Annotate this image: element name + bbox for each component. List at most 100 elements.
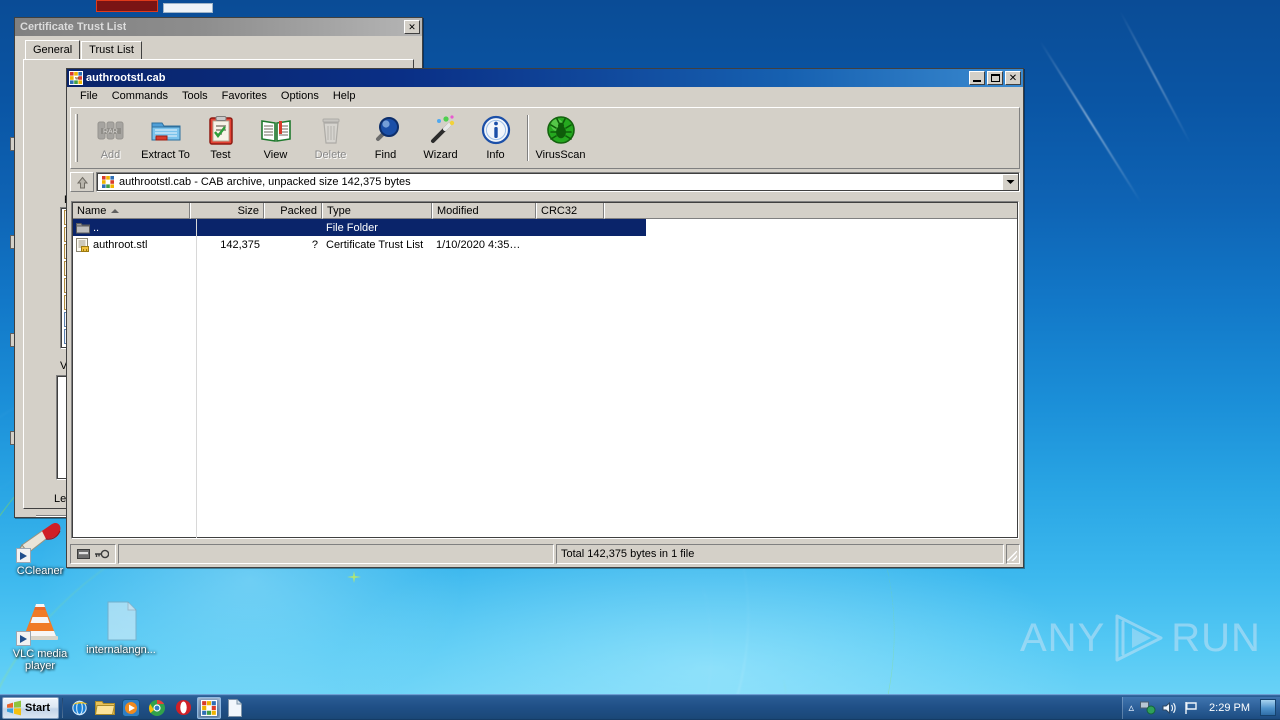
toolbar-separator <box>527 115 529 161</box>
up-one-level-button[interactable] <box>70 172 94 192</box>
add-archive-icon: RAR <box>95 114 127 146</box>
taskbar-item-windows-media-player[interactable] <box>119 697 143 719</box>
toolbar-wizard-label: Wizard <box>423 149 458 161</box>
archive-path-combobox[interactable]: authrootstl.cab - CAB archive, unpacked … <box>96 172 1020 192</box>
cell-name: authroot.stl <box>72 237 190 252</box>
name-column-divider <box>196 219 197 538</box>
taskbar-item-document[interactable] <box>223 697 247 719</box>
clock[interactable]: 2:29 PM <box>1205 702 1254 714</box>
windows-explorer-icon <box>95 701 116 715</box>
toolbar-wizard-button[interactable]: Wizard <box>413 110 468 166</box>
toolbar-view-button[interactable]: View <box>248 110 303 166</box>
winrar-maximize-button[interactable] <box>987 71 1003 85</box>
menu-help[interactable]: Help <box>326 88 363 104</box>
toolbar-find-button[interactable]: Find <box>358 110 413 166</box>
column-header-filler <box>604 202 1018 219</box>
svg-text:w: w <box>74 76 79 81</box>
file-list-header[interactable]: Name Size Packed Type Modified CRC32 <box>72 202 1018 219</box>
taskbar-item-google-chrome[interactable] <box>145 697 169 719</box>
toolbar-info-button[interactable]: Info <box>468 110 523 166</box>
shortcut-arrow-icon <box>16 631 31 646</box>
chevron-down-icon[interactable] <box>1002 173 1019 191</box>
show-hidden-icons-arrow[interactable]: ▵ <box>1129 701 1135 714</box>
taskbar-item-winrar[interactable] <box>197 696 222 719</box>
desktop-icon-label-line1: VLC media <box>12 648 68 660</box>
cert-dialog-titlebar[interactable]: Certificate Trust List ✕ <box>15 18 422 36</box>
winrar-titlebar[interactable]: w authrootstl.cab ✕ <box>67 69 1023 87</box>
winrar-statusbar: Total 142,375 bytes in 1 file <box>70 544 1020 564</box>
winrar-minimize-button[interactable] <box>969 71 985 85</box>
background-window-sliver[interactable] <box>96 0 158 12</box>
system-tray[interactable]: ▵ 2:29 PM <box>1121 696 1280 719</box>
extract-to-icon <box>150 114 182 146</box>
taskbar-separator <box>62 697 64 718</box>
resize-grip[interactable] <box>1006 544 1020 564</box>
menu-tools[interactable]: Tools <box>175 88 215 104</box>
winrar-window[interactable]: w authrootstl.cab ✕ File Commands Tools … <box>66 68 1024 568</box>
background-window-sliver[interactable] <box>163 3 213 13</box>
play-triangle-logo <box>1115 614 1163 662</box>
column-header-size[interactable]: Size <box>190 202 264 219</box>
taskbar-item-opera[interactable] <box>171 697 195 719</box>
archive-file-list[interactable]: Name Size Packed Type Modified CRC32 .. <box>71 201 1019 539</box>
folder-up-icon <box>76 223 90 234</box>
menu-commands[interactable]: Commands <box>105 88 175 104</box>
start-button[interactable]: Start <box>2 696 60 719</box>
network-icon[interactable] <box>1140 701 1156 715</box>
column-header-modified[interactable]: Modified <box>432 202 536 219</box>
volume-icon[interactable] <box>1162 701 1178 715</box>
menu-options[interactable]: Options <box>274 88 326 104</box>
table-row[interactable]: .. File Folder <box>72 219 646 236</box>
toolbar-extract-to-button[interactable]: Extract To <box>138 110 193 166</box>
column-header-name[interactable]: Name <box>72 202 190 219</box>
toolbar-test-label: Test <box>210 149 231 161</box>
desktop-icon-internalang[interactable]: internalangn... <box>78 600 164 656</box>
statusbar-message <box>118 544 554 564</box>
toolbar-virusscan-button[interactable]: VirusScan <box>533 110 588 166</box>
toolbar-add-button[interactable]: RAR Add <box>83 110 138 166</box>
taskbar[interactable]: Start ▵ 2:29 PM <box>0 694 1280 720</box>
desktop-icon-label: internalangn... <box>86 644 156 656</box>
winrar-menubar[interactable]: File Commands Tools Favorites Options He… <box>67 87 1023 105</box>
cab-archive-icon <box>101 175 115 189</box>
column-header-crc32[interactable]: CRC32 <box>536 202 604 219</box>
info-circle-icon <box>480 114 512 146</box>
toolbar-delete-button[interactable]: Delete <box>303 110 358 166</box>
find-magnifier-icon <box>370 114 402 146</box>
show-desktop-button[interactable] <box>1260 699 1276 716</box>
winrar-close-button[interactable]: ✕ <box>1005 71 1021 85</box>
toolbar-test-button[interactable]: Test <box>193 110 248 166</box>
desktop[interactable]: ANY RUN CCleaner VLC media player intern… <box>0 0 1280 720</box>
test-clipboard-icon <box>205 114 237 146</box>
tab-general[interactable]: General <box>25 40 81 59</box>
toolbar-grip[interactable] <box>75 114 78 162</box>
toolbar-add-label: Add <box>100 149 121 161</box>
winrar-toolbar[interactable]: RAR Add Extract To Test View Delete Find… <box>70 107 1020 169</box>
anyrun-watermark: ANY RUN <box>1020 612 1261 664</box>
winrar-address-bar[interactable]: authrootstl.cab - CAB archive, unpacked … <box>70 171 1020 193</box>
desktop-icon-vlc[interactable]: VLC media player <box>3 598 77 672</box>
cell-modified: 1/10/2020 4:35… <box>436 238 521 251</box>
keyboard-icon <box>77 549 90 559</box>
taskbar-item-windows-explorer[interactable] <box>93 697 117 719</box>
sort-ascending-icon <box>111 209 120 213</box>
tab-trust-list[interactable]: Trust List <box>81 41 142 59</box>
cert-dialog-close-button[interactable]: ✕ <box>404 20 420 34</box>
column-header-type[interactable]: Type <box>322 202 432 219</box>
statusbar-total: Total 142,375 bytes in 1 file <box>556 544 1004 564</box>
table-row[interactable]: authroot.stl 142,375 ? Certificate Trust… <box>72 236 1018 253</box>
cell-size: 142,375 <box>220 238 260 251</box>
toolbar-find-label: Find <box>374 149 397 161</box>
shortcut-arrow-icon <box>16 548 31 563</box>
column-header-packed[interactable]: Packed <box>264 202 322 219</box>
certificate-trust-list-icon <box>76 237 89 252</box>
menu-file[interactable]: File <box>73 88 105 104</box>
internet-explorer-icon <box>70 700 88 716</box>
action-center-flag-icon[interactable] <box>1184 701 1199 715</box>
watermark-text-run: RUN <box>1171 615 1261 660</box>
cert-dialog-tabstrip: General Trust List <box>23 40 414 59</box>
statusbar-icons[interactable] <box>70 544 116 564</box>
menu-favorites[interactable]: Favorites <box>215 88 274 104</box>
taskbar-item-internet-explorer[interactable] <box>67 697 91 719</box>
wallpaper-streak <box>1119 10 1192 144</box>
